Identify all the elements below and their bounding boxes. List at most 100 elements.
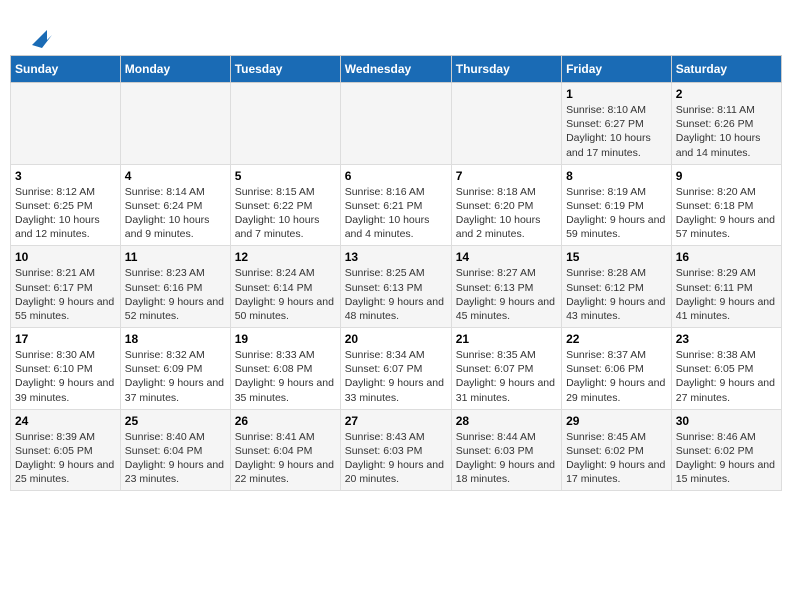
day-info: Sunrise: 8:44 AM Sunset: 6:03 PM Dayligh… [456, 430, 557, 487]
table-row: 8 Sunrise: 8:19 AM Sunset: 6:19 PM Daylig… [562, 164, 672, 246]
col-sunday: Sunday [11, 56, 121, 83]
day-number: 16 [676, 250, 777, 264]
table-row [451, 83, 561, 165]
day-number: 2 [676, 87, 777, 101]
day-info: Sunrise: 8:23 AM Sunset: 6:16 PM Dayligh… [125, 266, 226, 323]
day-info: Sunrise: 8:27 AM Sunset: 6:13 PM Dayligh… [456, 266, 557, 323]
table-row: 4 Sunrise: 8:14 AM Sunset: 6:24 PM Daylig… [120, 164, 230, 246]
table-row: 11 Sunrise: 8:23 AM Sunset: 6:16 PM Dayli… [120, 246, 230, 328]
day-number: 1 [566, 87, 667, 101]
day-info: Sunrise: 8:14 AM Sunset: 6:24 PM Dayligh… [125, 185, 226, 242]
day-number: 24 [15, 414, 116, 428]
table-row [120, 83, 230, 165]
day-info: Sunrise: 8:10 AM Sunset: 6:27 PM Dayligh… [566, 103, 667, 160]
table-row: 27Sunrise: 8:43 AM Sunset: 6:03 PM Dayli… [340, 409, 451, 491]
calendar-week-row: 17 Sunrise: 8:30 AM Sunset: 6:10 PM Dayli… [11, 328, 782, 410]
day-number: 6 [345, 169, 447, 183]
day-info: Sunrise: 8:21 AM Sunset: 6:17 PM Dayligh… [15, 266, 116, 323]
day-info: Sunrise: 8:25 AM Sunset: 6:13 PM Dayligh… [345, 266, 447, 323]
day-number: 23 [676, 332, 777, 346]
day-info: Sunrise: 8:16 AM Sunset: 6:21 PM Dayligh… [345, 185, 447, 242]
table-row: 23 Sunrise: 8:38 AM Sunset: 6:05 PM Dayli… [671, 328, 781, 410]
table-row [340, 83, 451, 165]
table-row: 22Sunrise: 8:37 AM Sunset: 6:06 PM Dayli… [562, 328, 672, 410]
col-tuesday: Tuesday [230, 56, 340, 83]
page-header [10, 10, 782, 55]
table-row: 21 Sunrise: 8:35 AM Sunset: 6:07 PM Dayli… [451, 328, 561, 410]
col-wednesday: Wednesday [340, 56, 451, 83]
day-info: Sunrise: 8:24 AM Sunset: 6:14 PM Dayligh… [235, 266, 336, 323]
table-row: 28 Sunrise: 8:44 AM Sunset: 6:03 PM Dayli… [451, 409, 561, 491]
day-number: 17 [15, 332, 116, 346]
day-number: 22 [566, 332, 667, 346]
day-number: 29 [566, 414, 667, 428]
table-row: 30 Sunrise: 8:46 AM Sunset: 6:02 PM Dayli… [671, 409, 781, 491]
table-row: 3Sunrise: 8:12 AM Sunset: 6:25 PM Daylig… [11, 164, 121, 246]
col-friday: Friday [562, 56, 672, 83]
table-row: 2 Sunrise: 8:11 AM Sunset: 6:26 PM Daylig… [671, 83, 781, 165]
calendar-table: Sunday Monday Tuesday Wednesday Thursday… [10, 55, 782, 491]
table-row: 9 Sunrise: 8:20 AM Sunset: 6:18 PM Daylig… [671, 164, 781, 246]
col-thursday: Thursday [451, 56, 561, 83]
calendar-week-row: 10Sunrise: 8:21 AM Sunset: 6:17 PM Dayli… [11, 246, 782, 328]
table-row: 16 Sunrise: 8:29 AM Sunset: 6:11 PM Dayli… [671, 246, 781, 328]
day-number: 9 [676, 169, 777, 183]
day-info: Sunrise: 8:40 AM Sunset: 6:04 PM Dayligh… [125, 430, 226, 487]
day-number: 26 [235, 414, 336, 428]
calendar-week-row: 1 Sunrise: 8:10 AM Sunset: 6:27 PM Daylig… [11, 83, 782, 165]
day-number: 30 [676, 414, 777, 428]
day-info: Sunrise: 8:34 AM Sunset: 6:07 PM Dayligh… [345, 348, 447, 405]
day-info: Sunrise: 8:41 AM Sunset: 6:04 PM Dayligh… [235, 430, 336, 487]
day-number: 8 [566, 169, 667, 183]
logo-icon [22, 20, 52, 50]
day-info: Sunrise: 8:30 AM Sunset: 6:10 PM Dayligh… [15, 348, 116, 405]
table-row: 29 Sunrise: 8:45 AM Sunset: 6:02 PM Dayli… [562, 409, 672, 491]
day-info: Sunrise: 8:28 AM Sunset: 6:12 PM Dayligh… [566, 266, 667, 323]
day-info: Sunrise: 8:29 AM Sunset: 6:11 PM Dayligh… [676, 266, 777, 323]
day-info: Sunrise: 8:19 AM Sunset: 6:19 PM Dayligh… [566, 185, 667, 242]
day-info: Sunrise: 8:38 AM Sunset: 6:05 PM Dayligh… [676, 348, 777, 405]
day-number: 21 [456, 332, 557, 346]
table-row: 18 Sunrise: 8:32 AM Sunset: 6:09 PM Dayli… [120, 328, 230, 410]
day-info: Sunrise: 8:32 AM Sunset: 6:09 PM Dayligh… [125, 348, 226, 405]
day-number: 14 [456, 250, 557, 264]
day-info: Sunrise: 8:35 AM Sunset: 6:07 PM Dayligh… [456, 348, 557, 405]
day-info: Sunrise: 8:12 AM Sunset: 6:25 PM Dayligh… [15, 185, 116, 242]
table-row [11, 83, 121, 165]
day-number: 4 [125, 169, 226, 183]
table-row: 20 Sunrise: 8:34 AM Sunset: 6:07 PM Dayli… [340, 328, 451, 410]
day-info: Sunrise: 8:20 AM Sunset: 6:18 PM Dayligh… [676, 185, 777, 242]
day-number: 12 [235, 250, 336, 264]
day-info: Sunrise: 8:39 AM Sunset: 6:05 PM Dayligh… [15, 430, 116, 487]
calendar-week-row: 3Sunrise: 8:12 AM Sunset: 6:25 PM Daylig… [11, 164, 782, 246]
day-info: Sunrise: 8:11 AM Sunset: 6:26 PM Dayligh… [676, 103, 777, 160]
calendar-week-row: 24 Sunrise: 8:39 AM Sunset: 6:05 PM Dayli… [11, 409, 782, 491]
day-number: 5 [235, 169, 336, 183]
day-number: 27 [345, 414, 447, 428]
day-number: 18 [125, 332, 226, 346]
table-row: 6 Sunrise: 8:16 AM Sunset: 6:21 PM Daylig… [340, 164, 451, 246]
table-row: 25 Sunrise: 8:40 AM Sunset: 6:04 PM Dayli… [120, 409, 230, 491]
day-number: 7 [456, 169, 557, 183]
table-row: 15Sunrise: 8:28 AM Sunset: 6:12 PM Dayli… [562, 246, 672, 328]
day-number: 13 [345, 250, 447, 264]
col-saturday: Saturday [671, 56, 781, 83]
day-number: 11 [125, 250, 226, 264]
table-row: 1 Sunrise: 8:10 AM Sunset: 6:27 PM Daylig… [562, 83, 672, 165]
day-number: 20 [345, 332, 447, 346]
day-number: 25 [125, 414, 226, 428]
logo-text [20, 20, 52, 50]
table-row: 19Sunrise: 8:33 AM Sunset: 6:08 PM Dayli… [230, 328, 340, 410]
day-number: 28 [456, 414, 557, 428]
table-row: 17 Sunrise: 8:30 AM Sunset: 6:10 PM Dayli… [11, 328, 121, 410]
table-row: 10Sunrise: 8:21 AM Sunset: 6:17 PM Dayli… [11, 246, 121, 328]
calendar-header-row: Sunday Monday Tuesday Wednesday Thursday… [11, 56, 782, 83]
day-info: Sunrise: 8:18 AM Sunset: 6:20 PM Dayligh… [456, 185, 557, 242]
day-info: Sunrise: 8:45 AM Sunset: 6:02 PM Dayligh… [566, 430, 667, 487]
logo [20, 20, 52, 50]
table-row [230, 83, 340, 165]
day-info: Sunrise: 8:46 AM Sunset: 6:02 PM Dayligh… [676, 430, 777, 487]
day-info: Sunrise: 8:33 AM Sunset: 6:08 PM Dayligh… [235, 348, 336, 405]
day-info: Sunrise: 8:15 AM Sunset: 6:22 PM Dayligh… [235, 185, 336, 242]
table-row: 12 Sunrise: 8:24 AM Sunset: 6:14 PM Dayli… [230, 246, 340, 328]
